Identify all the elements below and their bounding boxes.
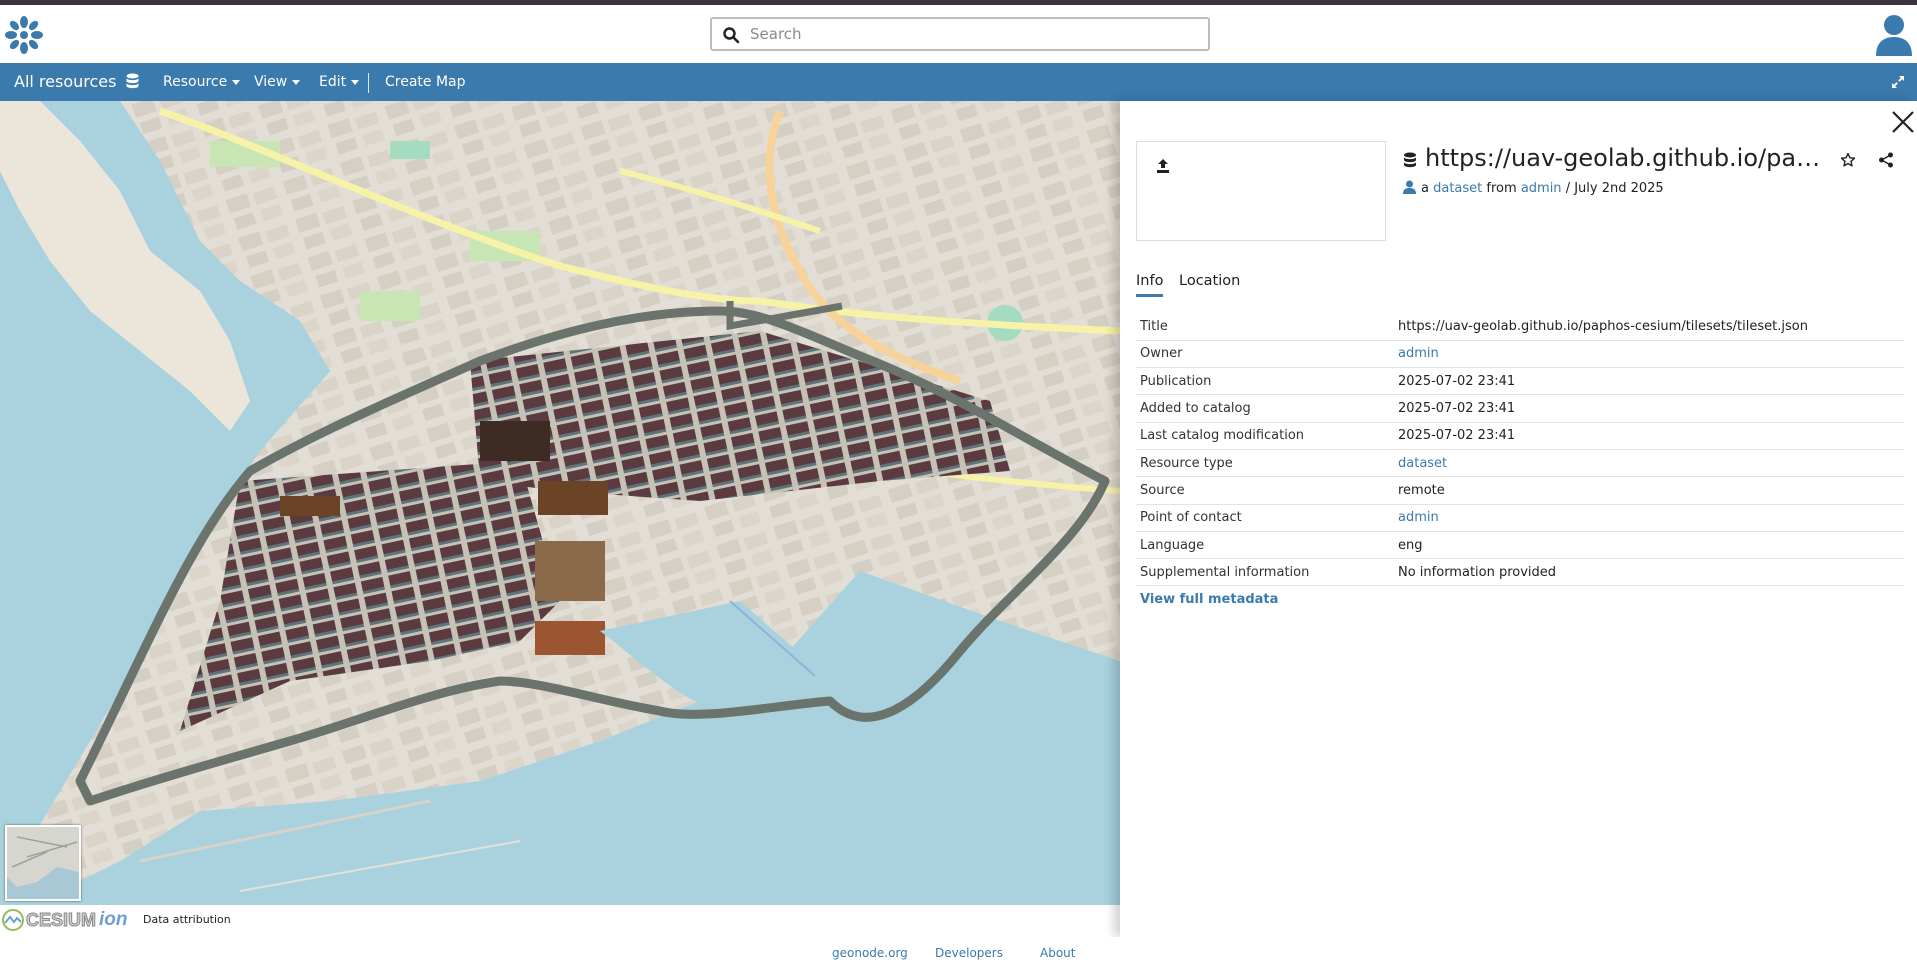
map-viewer-3d[interactable] bbox=[0, 101, 1120, 905]
table-row: Resource type dataset bbox=[1136, 449, 1904, 478]
search-input[interactable] bbox=[750, 23, 1190, 45]
page-footer: geonode.org Developers About bbox=[0, 937, 1917, 968]
metadata-value: https://uav-geolab.github.io/paphos-cesi… bbox=[1398, 313, 1904, 341]
cesium-ion-logo[interactable]: CESIUM ion bbox=[2, 908, 128, 932]
metadata-key: Last catalog modification bbox=[1136, 422, 1398, 450]
database-icon bbox=[1404, 152, 1416, 168]
metadata-key: Publication bbox=[1136, 367, 1398, 396]
tab-location[interactable]: Location bbox=[1179, 273, 1240, 294]
geonode-logo-icon[interactable] bbox=[4, 15, 44, 55]
star-icon[interactable] bbox=[1840, 152, 1856, 168]
edit-menu[interactable]: Edit bbox=[319, 63, 360, 101]
user-avatar-icon[interactable] bbox=[1874, 12, 1914, 56]
table-row: Point of contact admin bbox=[1136, 504, 1904, 532]
view-full-metadata-link[interactable]: View full metadata bbox=[1140, 592, 1278, 607]
table-row: Added to catalog 2025-07-02 23:41 bbox=[1136, 394, 1904, 423]
contact-value-link[interactable]: admin bbox=[1398, 504, 1904, 532]
app-header bbox=[0, 5, 1917, 63]
metadata-key: Owner bbox=[1136, 340, 1398, 369]
chevron-down-icon bbox=[292, 79, 301, 85]
metadata-key: Title bbox=[1136, 313, 1398, 341]
table-row: Owner admin bbox=[1136, 340, 1904, 369]
table-row: Language eng bbox=[1136, 531, 1904, 560]
data-attribution-link[interactable]: Data attribution bbox=[143, 913, 231, 926]
menu-divider bbox=[368, 73, 369, 93]
resource-type-link[interactable]: dataset bbox=[1433, 181, 1482, 196]
overview-minimap[interactable] bbox=[5, 825, 81, 901]
table-row: Title https://uav-geolab.github.io/paphos… bbox=[1136, 313, 1904, 341]
footer-link-geonode[interactable]: geonode.org bbox=[832, 946, 908, 960]
owner-link[interactable]: admin bbox=[1521, 181, 1562, 196]
metadata-key: Source bbox=[1136, 476, 1398, 505]
chevron-down-icon bbox=[351, 79, 360, 85]
view-menu[interactable]: View bbox=[254, 63, 301, 101]
thumbnail-dropzone[interactable] bbox=[1136, 141, 1386, 241]
minimap-thumbnail bbox=[7, 827, 79, 899]
owner-value-link[interactable]: admin bbox=[1398, 340, 1904, 369]
cesium-globe-icon bbox=[2, 909, 24, 931]
create-map-button[interactable]: Create Map bbox=[385, 63, 466, 101]
footer-link-about[interactable]: About bbox=[1040, 946, 1075, 960]
close-icon[interactable] bbox=[1890, 109, 1916, 135]
footer-link-developers[interactable]: Developers bbox=[935, 946, 1003, 960]
menu-bar: All resources Resource View Edit Create … bbox=[0, 63, 1917, 101]
chevron-down-icon bbox=[232, 79, 241, 85]
byline-from: from bbox=[1486, 181, 1517, 196]
metadata-key: Language bbox=[1136, 531, 1398, 560]
table-row: Last catalog modification 2025-07-02 23:4… bbox=[1136, 422, 1904, 450]
metadata-key: Supplemental information bbox=[1136, 558, 1398, 587]
map-attribution-bar: CESIUM ion Data attribution bbox=[0, 905, 1120, 935]
metadata-value: 2025-07-02 23:41 bbox=[1398, 367, 1904, 396]
metadata-table: Title https://uav-geolab.github.io/paphos… bbox=[1136, 313, 1904, 587]
byline-prefix: a bbox=[1421, 181, 1429, 196]
user-icon bbox=[1403, 180, 1416, 194]
resource-type-value-link[interactable]: dataset bbox=[1398, 449, 1904, 478]
database-icon bbox=[126, 73, 139, 89]
tab-info[interactable]: Info bbox=[1136, 273, 1164, 297]
fullscreen-expand-icon[interactable] bbox=[1890, 74, 1906, 90]
resource-title-row: https://uav-geolab.github.io/paphos-cesi… bbox=[1403, 144, 1825, 174]
resource-title: https://uav-geolab.github.io/paphos-cesi… bbox=[1425, 144, 1825, 172]
metadata-value: eng bbox=[1398, 531, 1904, 560]
search-bar[interactable] bbox=[710, 17, 1210, 51]
metadata-key: Resource type bbox=[1136, 449, 1398, 478]
search-icon bbox=[723, 27, 740, 44]
map-scene[interactable] bbox=[0, 101, 1120, 905]
resource-menu[interactable]: Resource bbox=[163, 63, 241, 101]
ion-logo-text: ion bbox=[99, 909, 128, 930]
metadata-value: 2025-07-02 23:41 bbox=[1398, 394, 1904, 423]
resource-details-panel: https://uav-geolab.github.io/paphos-cesi… bbox=[1120, 101, 1917, 937]
metadata-key: Added to catalog bbox=[1136, 394, 1398, 423]
metadata-key: Point of contact bbox=[1136, 504, 1398, 532]
all-resources-link[interactable]: All resources bbox=[14, 63, 116, 101]
resource-byline: a dataset from admin / July 2nd 2025 bbox=[1403, 180, 1664, 196]
table-row: Publication 2025-07-02 23:41 bbox=[1136, 367, 1904, 396]
metadata-value: remote bbox=[1398, 476, 1904, 505]
share-icon[interactable] bbox=[1878, 152, 1894, 168]
upload-icon[interactable] bbox=[1155, 158, 1171, 174]
cesium-logo-text: CESIUM bbox=[25, 909, 97, 930]
publication-date: / July 2nd 2025 bbox=[1565, 181, 1664, 196]
metadata-value: 2025-07-02 23:41 bbox=[1398, 422, 1904, 450]
table-row: Supplemental information No information p… bbox=[1136, 558, 1904, 587]
table-row: Source remote bbox=[1136, 476, 1904, 505]
metadata-value: No information provided bbox=[1398, 558, 1904, 587]
